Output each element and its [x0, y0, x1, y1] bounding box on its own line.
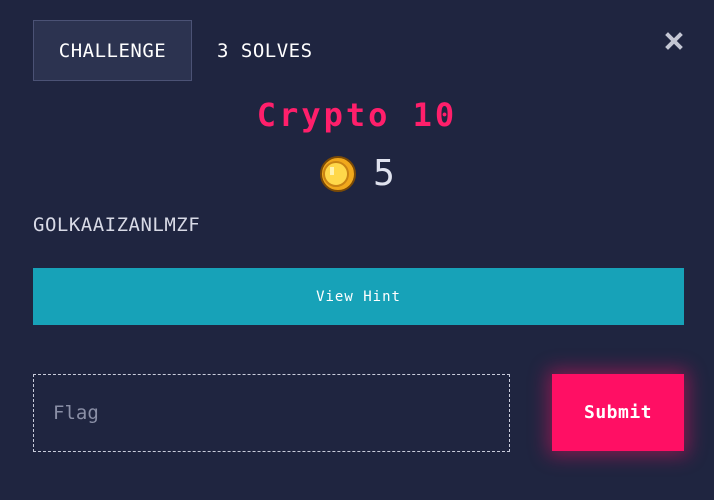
close-button[interactable]: [664, 31, 684, 51]
close-icon: [665, 32, 683, 50]
challenge-title: Crypto 10: [256, 96, 458, 134]
challenge-description: GOLKAAIZANLMZF: [33, 214, 201, 236]
flag-input[interactable]: [33, 374, 510, 452]
tab-bar: CHALLENGE 3 SOLVES: [33, 20, 313, 81]
challenge-value: 5: [373, 153, 395, 194]
tab-challenge[interactable]: CHALLENGE: [33, 20, 192, 81]
tab-solves[interactable]: 3 SOLVES: [192, 20, 313, 81]
challenge-value-row: 5: [0, 154, 714, 194]
tab-solves-label: 3 SOLVES: [217, 39, 313, 62]
view-hint-button[interactable]: View Hint: [33, 268, 684, 325]
tab-challenge-label: CHALLENGE: [58, 39, 167, 62]
submit-button[interactable]: Submit: [552, 374, 684, 451]
challenge-modal: CHALLENGE 3 SOLVES Crypto 10 5 GOLKAAIZA…: [0, 0, 714, 500]
coin-icon: [320, 156, 357, 192]
